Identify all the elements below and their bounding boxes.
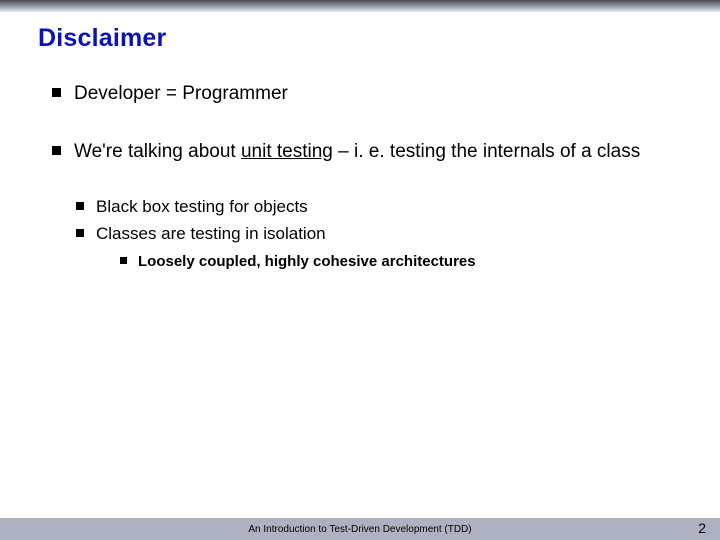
page-number: 2 <box>698 520 706 536</box>
subsub-bullet-item: Loosely coupled, highly cohesive archite… <box>120 252 682 272</box>
footer-bar: An Introduction to Test-Driven Developme… <box>0 518 720 540</box>
footer-title: An Introduction to Test-Driven Developme… <box>248 524 471 535</box>
subsub-bullet-list: Loosely coupled, highly cohesive archite… <box>96 252 682 272</box>
subsub-bullet-text: Loosely coupled, highly cohesive archite… <box>138 253 476 270</box>
bullet-item: We're talking about unit testing – i. e.… <box>52 139 682 165</box>
sub-bullet-item: Classes are testing in isolation Loosely… <box>76 223 682 272</box>
bullet-text-underlined: unit testing <box>241 141 333 162</box>
bullet-text: Developer = Programmer <box>74 83 288 104</box>
bullet-list: Developer = Programmer We're talking abo… <box>38 81 682 272</box>
bullet-text-part: We're talking about <box>74 141 241 162</box>
sub-bullet-list: Black box testing for objects Classes ar… <box>52 196 682 272</box>
bullet-text-part: – i. e. testing the internals of a class <box>333 141 640 162</box>
top-gradient-bar <box>0 0 720 12</box>
sub-bullet-text: Classes are testing in isolation <box>96 224 326 243</box>
sub-bullet-item: Black box testing for objects <box>76 196 682 219</box>
slide-title: Disclaimer <box>38 24 682 53</box>
bullet-item: Developer = Programmer <box>52 81 682 107</box>
bullet-item-nested: .sub-block::before{display:none !importa… <box>52 196 682 272</box>
sub-bullet-text: Black box testing for objects <box>96 197 308 216</box>
slide-content: Disclaimer Developer = Programmer We're … <box>0 12 720 272</box>
